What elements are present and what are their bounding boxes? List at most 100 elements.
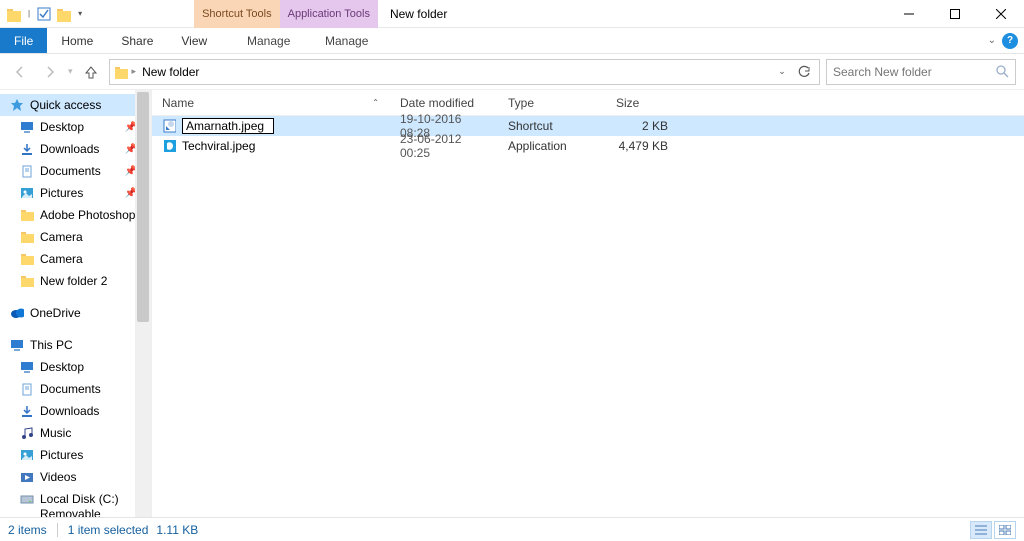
nav-forward-button[interactable] bbox=[38, 60, 62, 84]
sidebar-item[interactable]: Videos bbox=[0, 466, 151, 488]
status-size: 1.11 KB bbox=[156, 523, 198, 537]
nav-up-button[interactable] bbox=[79, 60, 103, 84]
file-icon bbox=[162, 139, 176, 153]
folder-icon bbox=[20, 252, 34, 266]
sidebar-item-label: Downloads bbox=[40, 404, 99, 418]
column-header-size[interactable]: Size bbox=[606, 90, 678, 115]
sidebar-item[interactable]: Desktop📌 bbox=[0, 116, 151, 138]
ribbon-sub-shortcut-manage[interactable]: Manage bbox=[229, 28, 307, 53]
ribbon-tab-file[interactable]: File bbox=[0, 28, 47, 53]
properties-icon[interactable] bbox=[36, 6, 52, 22]
view-details-button[interactable] bbox=[970, 521, 992, 539]
sidebar-onedrive[interactable]: OneDrive bbox=[0, 302, 151, 324]
app-icon bbox=[6, 6, 22, 22]
sidebar-item[interactable]: Adobe Photoshop… bbox=[0, 204, 151, 226]
search-box[interactable] bbox=[826, 59, 1016, 85]
sidebar-item-label: New folder 2 bbox=[40, 274, 107, 288]
ribbon-tabs: File Home Share View Manage Manage ⌄ ? bbox=[0, 28, 1024, 54]
ribbon-sub-application-manage[interactable]: Manage bbox=[307, 28, 385, 53]
file-name: Techviral.jpeg bbox=[182, 139, 255, 153]
pictures-icon bbox=[20, 186, 34, 200]
sidebar-item[interactable]: Music bbox=[0, 422, 151, 444]
disk-icon bbox=[20, 514, 34, 517]
rename-input[interactable]: Amarnath.jpeg bbox=[182, 118, 274, 134]
close-button[interactable] bbox=[978, 0, 1024, 27]
file-icon bbox=[162, 119, 176, 133]
folder-icon bbox=[20, 208, 34, 222]
documents-icon bbox=[20, 164, 34, 178]
navigation-pane: Quick access Desktop📌Downloads📌Documents… bbox=[0, 90, 152, 517]
minimize-button[interactable] bbox=[886, 0, 932, 27]
file-date: 23-06-2012 00:25 bbox=[390, 132, 498, 160]
address-folder-icon bbox=[114, 65, 128, 79]
search-input[interactable] bbox=[833, 65, 996, 79]
breadcrumb-separator[interactable]: ▸ bbox=[132, 66, 137, 77]
sidebar-item[interactable]: Documents📌 bbox=[0, 160, 151, 182]
file-row[interactable]: Amarnath.jpeg19-10-2016 08:28Shortcut2 K… bbox=[152, 116, 1024, 136]
sidebar-item-label: Documents bbox=[40, 164, 101, 178]
sidebar-item[interactable]: Documents bbox=[0, 378, 151, 400]
recent-locations-dropdown[interactable]: ▾ bbox=[68, 66, 73, 77]
sidebar-item[interactable]: Downloads bbox=[0, 400, 151, 422]
sort-indicator-icon: ⌃ bbox=[372, 98, 379, 107]
help-icon[interactable]: ? bbox=[1002, 33, 1018, 49]
status-selection: 1 item selected bbox=[68, 523, 149, 537]
sidebar-item-label: Local Disk (C:) bbox=[40, 492, 119, 506]
sidebar-item[interactable]: Pictures bbox=[0, 444, 151, 466]
star-icon bbox=[10, 98, 24, 112]
sidebar-scrollbar[interactable] bbox=[135, 90, 151, 517]
sidebar-item-label: Pictures bbox=[40, 186, 83, 200]
sidebar-item-label: Desktop bbox=[40, 360, 84, 374]
title-bar: | ▾ Shortcut Tools Application Tools New… bbox=[0, 0, 1024, 28]
new-folder-icon[interactable] bbox=[56, 6, 72, 22]
ribbon-tab-share[interactable]: Share bbox=[107, 28, 167, 53]
nav-back-button[interactable] bbox=[8, 60, 32, 84]
sidebar-item[interactable]: New folder 2 bbox=[0, 270, 151, 292]
view-thumbnails-button[interactable] bbox=[994, 521, 1016, 539]
search-icon[interactable] bbox=[996, 65, 1009, 78]
file-size: 4,479 KB bbox=[606, 139, 678, 153]
sidebar-item-label: Camera bbox=[40, 230, 83, 244]
sidebar-item[interactable]: Camera bbox=[0, 226, 151, 248]
ribbon-tab-home[interactable]: Home bbox=[47, 28, 107, 53]
column-header-type[interactable]: Type bbox=[498, 90, 606, 115]
sidebar-item-label: Music bbox=[40, 426, 71, 440]
sidebar-scrollbar-thumb[interactable] bbox=[137, 92, 149, 322]
window-title: New folder bbox=[378, 0, 459, 27]
disk-icon bbox=[20, 492, 34, 506]
file-size: 2 KB bbox=[606, 119, 678, 133]
sidebar-quick-access[interactable]: Quick access bbox=[0, 94, 151, 116]
sidebar-item[interactable]: Desktop bbox=[0, 356, 151, 378]
downloads-icon bbox=[20, 404, 34, 418]
address-history-dropdown[interactable]: ⌄ bbox=[771, 61, 793, 83]
qat-divider: | bbox=[26, 9, 32, 18]
sidebar-this-pc[interactable]: This PC bbox=[0, 334, 151, 356]
maximize-button[interactable] bbox=[932, 0, 978, 27]
status-bar: 2 items 1 item selected 1.11 KB bbox=[0, 517, 1024, 541]
sidebar-item-label: Removable Disk bbox=[40, 507, 123, 517]
qat-customize-dropdown[interactable]: ▾ bbox=[76, 9, 84, 18]
sidebar-item[interactable]: Removable Disk⌄ bbox=[0, 510, 151, 517]
ribbon-expand-icon[interactable]: ⌄ bbox=[988, 35, 996, 46]
column-header-name[interactable]: Name⌃ bbox=[152, 90, 390, 115]
file-type: Shortcut bbox=[498, 119, 606, 133]
refresh-button[interactable] bbox=[793, 61, 815, 83]
sidebar-item[interactable]: Pictures📌 bbox=[0, 182, 151, 204]
address-bar[interactable]: ▸ New folder ⌄ bbox=[109, 59, 820, 85]
file-list-pane: Name⌃ Date modified Type Size Amarnath.j… bbox=[152, 90, 1024, 517]
sidebar-item-label: Pictures bbox=[40, 448, 83, 462]
file-row[interactable]: Techviral.jpeg23-06-2012 00:25Applicatio… bbox=[152, 136, 1024, 156]
sidebar-item-label: Desktop bbox=[40, 120, 84, 134]
folder-icon bbox=[20, 230, 34, 244]
context-tab-shortcut-tools[interactable]: Shortcut Tools bbox=[194, 0, 280, 28]
sidebar-item[interactable]: Camera bbox=[0, 248, 151, 270]
sidebar-item[interactable]: Downloads📌 bbox=[0, 138, 151, 160]
ribbon-tab-view[interactable]: View bbox=[167, 28, 221, 53]
breadcrumb-item[interactable]: New folder bbox=[140, 65, 201, 79]
context-tab-application-tools[interactable]: Application Tools bbox=[280, 0, 378, 28]
file-rows[interactable]: Amarnath.jpeg19-10-2016 08:28Shortcut2 K… bbox=[152, 116, 1024, 517]
quick-access-toolbar: | ▾ bbox=[0, 0, 84, 27]
folder-icon bbox=[20, 274, 34, 288]
sidebar-item-label: Camera bbox=[40, 252, 83, 266]
documents-icon bbox=[20, 382, 34, 396]
